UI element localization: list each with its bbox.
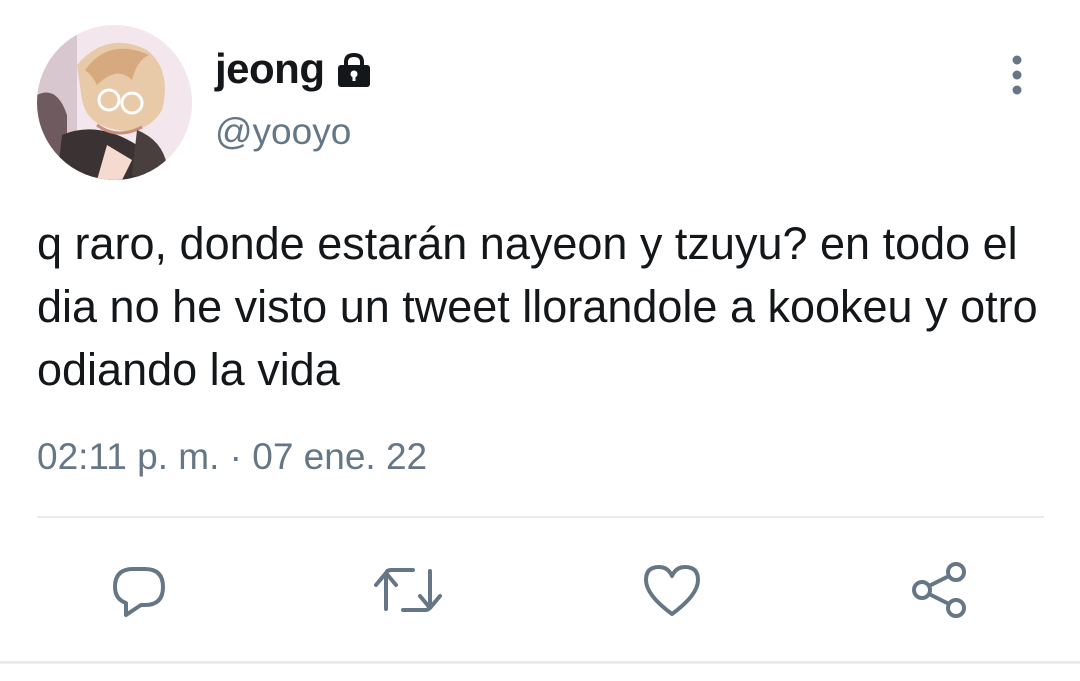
author-handle[interactable]: @yooyo xyxy=(215,113,351,150)
author-name-row: jeong xyxy=(215,44,375,94)
display-name[interactable]: jeong xyxy=(215,48,325,90)
divider xyxy=(37,516,1044,518)
reply-icon xyxy=(113,567,165,617)
retweet-button[interactable] xyxy=(373,559,442,621)
retweet-icon xyxy=(374,568,442,612)
lock-icon xyxy=(333,50,375,92)
tweet-text: q raro, donde estarán nayeon y tzuyu? en… xyxy=(37,218,1038,395)
tweet-timestamp[interactable]: 02:11 p. m. · 07 ene. 22 xyxy=(37,438,427,475)
share-icon xyxy=(912,562,966,618)
like-button[interactable] xyxy=(641,559,703,621)
share-button[interactable] xyxy=(908,559,970,621)
avatar-illustration xyxy=(37,25,192,180)
bottom-divider xyxy=(0,661,1080,664)
heart-icon xyxy=(644,565,700,616)
avatar[interactable] xyxy=(37,25,192,180)
reply-button[interactable] xyxy=(108,559,170,621)
more-vertical-icon[interactable] xyxy=(1000,52,1034,100)
